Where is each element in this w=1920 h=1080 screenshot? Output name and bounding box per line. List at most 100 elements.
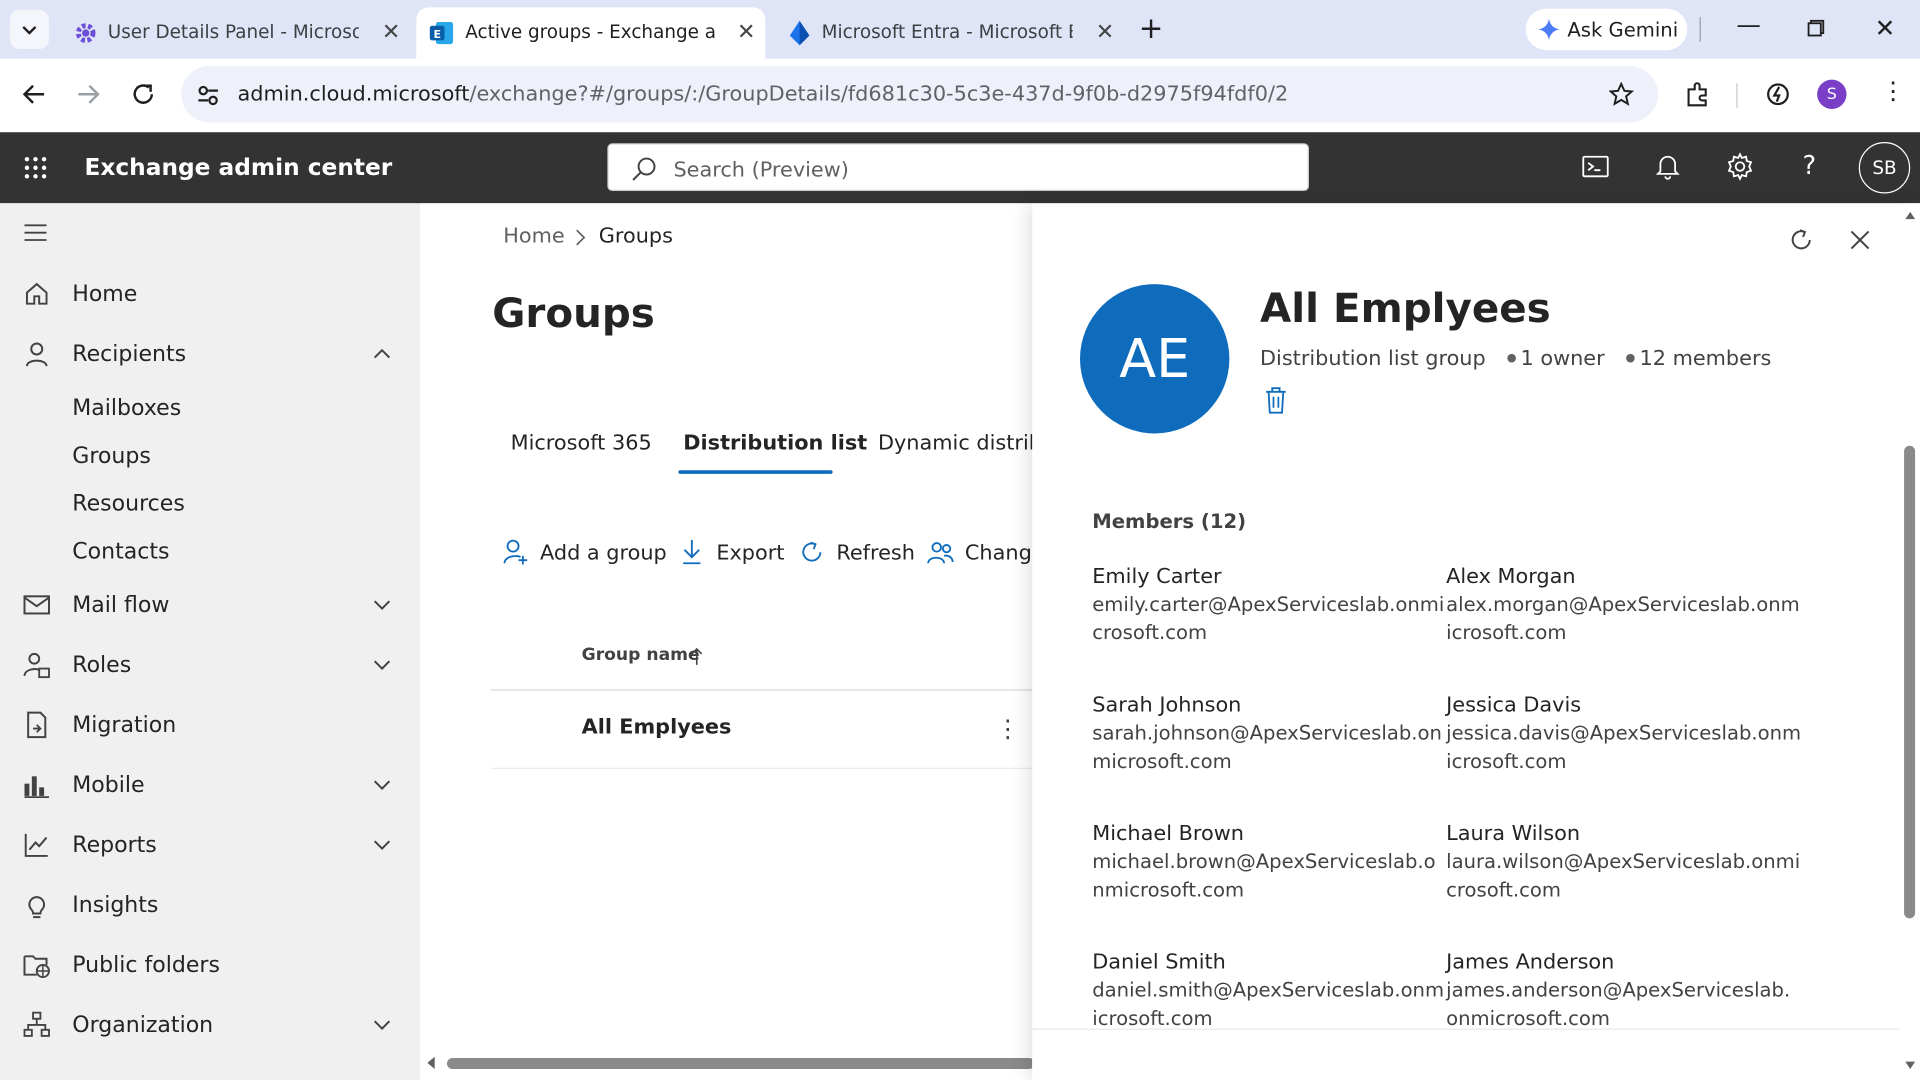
close-tab-icon[interactable]: ✕: [382, 20, 400, 46]
tab-distribution-list[interactable]: Distribution list: [683, 431, 867, 455]
nav-item-mobile[interactable]: Mobile: [0, 760, 420, 809]
add-a-group-button[interactable]: Add a group: [540, 541, 667, 565]
nav-item-public-folders[interactable]: Public folders: [0, 940, 420, 989]
member-name: Sarah Johnson: [1092, 693, 1242, 718]
delete-trash-icon[interactable]: [1265, 387, 1287, 414]
scrollbar-thumb[interactable]: [446, 1057, 1033, 1069]
extensions-icon[interactable]: [1685, 81, 1712, 108]
performance-icon[interactable]: [1764, 81, 1791, 108]
nav-item-roles[interactable]: Roles: [0, 640, 420, 689]
nav-label: Contacts: [72, 538, 170, 564]
notifications-bell-icon[interactable]: [1655, 153, 1680, 180]
export-button[interactable]: Export: [716, 541, 784, 565]
svg-text:E: E: [433, 28, 441, 41]
close-tab-icon[interactable]: ✕: [737, 20, 755, 46]
main-content: Home Groups Groups Microsoft 365 Distrib…: [420, 203, 1033, 1080]
bullet: [1507, 353, 1516, 363]
browser-toolbar: admin.cloud.microsoft/exchange?#/groups/…: [0, 58, 1920, 130]
nav-item-resources[interactable]: Resources: [0, 479, 420, 528]
cloud-shell-icon[interactable]: [1582, 154, 1609, 178]
nav-item-recipients[interactable]: Recipients: [0, 329, 420, 378]
more-options-icon[interactable]: ⋮: [996, 714, 1020, 743]
horizontal-scrollbar[interactable]: [427, 1055, 1033, 1069]
profile-avatar[interactable]: S: [1817, 79, 1847, 109]
search-icon: [632, 157, 656, 181]
app-header: Exchange admin center Search (Preview) ?…: [0, 132, 1920, 204]
forward-arrow-icon[interactable]: [76, 82, 100, 106]
browser-menu-icon[interactable]: ⋮: [1881, 76, 1905, 105]
nav-label: Resources: [72, 490, 185, 517]
chevron-down-icon: [374, 660, 391, 670]
scroll-up-arrow-icon[interactable]: [1904, 211, 1916, 221]
close-tab-icon[interactable]: ✕: [1096, 20, 1114, 46]
breadcrumb-home[interactable]: Home: [503, 224, 564, 248]
back-arrow-icon[interactable]: [22, 82, 46, 106]
mobile-icon: [24, 776, 49, 799]
nav-item-reports[interactable]: Reports: [0, 820, 420, 869]
nav-item-insights[interactable]: Insights: [0, 880, 420, 929]
group-name-cell[interactable]: All Emplyees: [582, 715, 732, 739]
scrollbar-thumb[interactable]: [1904, 445, 1916, 919]
member-item: Michael Brown michael.brown@ApexServices…: [1092, 820, 1447, 903]
scroll-left-arrow-icon[interactable]: [425, 1056, 437, 1071]
tab-title: Microsoft Entra - Microsoft Entr: [821, 20, 1073, 43]
group-avatar: AE: [1080, 284, 1230, 434]
site-info-icon[interactable]: [196, 83, 220, 107]
nav-item-mail-flow[interactable]: Mail flow: [0, 580, 420, 629]
divider: [1699, 17, 1701, 42]
bullet: [1625, 353, 1635, 363]
change-button[interactable]: Change: [965, 541, 1032, 565]
tab-dynamic-distribution[interactable]: Dynamic distribu: [878, 431, 1032, 455]
nav-item-mailboxes[interactable]: Mailboxes: [0, 383, 420, 432]
page-title: Groups: [492, 288, 655, 337]
vertical-scrollbar[interactable]: [1900, 203, 1920, 1080]
download-icon: [683, 540, 701, 565]
settings-gear-icon[interactable]: [1725, 152, 1754, 181]
mail-icon: [23, 595, 50, 615]
nav-item-groups[interactable]: Groups: [0, 431, 420, 480]
nav-item-home[interactable]: Home: [0, 269, 420, 318]
bookmark-star-icon[interactable]: [1608, 82, 1634, 106]
nav-item-migration[interactable]: Migration: [0, 700, 420, 749]
user-avatar[interactable]: SB: [1858, 142, 1911, 194]
member-name: Michael Brown: [1092, 821, 1244, 847]
browser-tab-entra[interactable]: Microsoft Entra - Microsoft Entr ✕: [775, 7, 1124, 58]
new-tab-button[interactable]: +: [1139, 11, 1164, 45]
member-name: Daniel Smith: [1092, 950, 1226, 975]
column-header-group-name[interactable]: Group name: [582, 645, 700, 665]
app-launcher-icon[interactable]: [23, 156, 47, 180]
nav-label: Recipients: [72, 341, 187, 367]
tab-title: User Details Panel - Microsoft 3: [107, 20, 359, 43]
nav-label: Groups: [72, 442, 151, 469]
browser-tab-user-details[interactable]: User Details Panel - Microsoft 3 ✕: [61, 7, 410, 58]
owners-count: 1 owner: [1520, 346, 1605, 372]
restore-icon[interactable]: [1807, 19, 1825, 37]
member-name: Jessica Davis: [1446, 693, 1582, 718]
address-bar[interactable]: admin.cloud.microsoft/exchange?#/groups/…: [181, 66, 1658, 123]
app-title[interactable]: Exchange admin center: [84, 154, 392, 181]
refresh-button[interactable]: Refresh: [836, 541, 915, 565]
collapse-nav-icon[interactable]: [23, 224, 47, 241]
close-panel-icon[interactable]: [1850, 230, 1870, 250]
ask-gemini-button[interactable]: Ask Gemini: [1525, 8, 1688, 51]
nav-item-organization[interactable]: Organization: [0, 1000, 420, 1049]
scroll-down-arrow-icon[interactable]: [1904, 1060, 1916, 1070]
browser-tab-active-groups[interactable]: E Active groups - Exchange admi ✕: [416, 7, 766, 59]
search-input[interactable]: Search (Preview): [607, 143, 1309, 192]
search-placeholder: Search (Preview): [673, 157, 849, 183]
refresh-panel-icon[interactable]: [1788, 227, 1815, 254]
home-icon: [25, 282, 48, 305]
left-navigation: Home Recipients Mailboxes Groups Resourc…: [0, 203, 421, 1080]
reload-icon[interactable]: [130, 81, 157, 108]
help-icon[interactable]: ?: [1802, 151, 1816, 180]
tab-search-button[interactable]: [9, 9, 49, 49]
member-email: jessica.davis@ApexServiceslab.onmicrosof…: [1446, 721, 1802, 773]
divider: [1736, 83, 1738, 108]
nav-item-contacts[interactable]: Contacts: [0, 527, 420, 576]
chevron-down-icon: [22, 26, 37, 35]
close-window-button[interactable]: ✕: [1875, 13, 1896, 42]
tab-microsoft-365[interactable]: Microsoft 365: [511, 431, 652, 455]
member-email: laura.wilson@ApexServiceslab.onmicrosoft…: [1446, 849, 1801, 902]
minimize-button[interactable]: —: [1736, 10, 1760, 39]
chevron-down-icon: [374, 780, 391, 790]
